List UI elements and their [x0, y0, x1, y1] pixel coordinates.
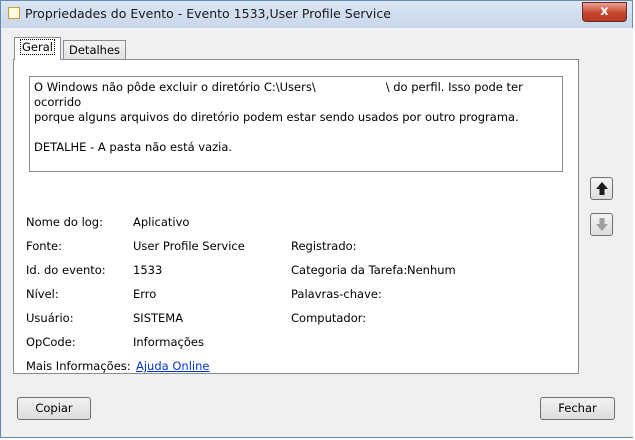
- description-line-2: porque alguns arquivos do diretório pode…: [34, 110, 519, 124]
- source-label: Fonte:: [26, 239, 62, 253]
- arrow-up-icon: [596, 182, 608, 195]
- level-value[interactable]: Erro: [133, 287, 156, 301]
- more-info-label: Mais Informações:: [26, 359, 131, 373]
- window-close-button[interactable]: x: [582, 2, 627, 22]
- online-help-link[interactable]: Ajuda Online: [136, 359, 209, 373]
- log-name-label: Nome do log:: [26, 215, 103, 229]
- previous-event-button[interactable]: [590, 177, 613, 200]
- next-event-button[interactable]: [590, 213, 613, 236]
- computer-value-redacted: [404, 312, 560, 328]
- log-name-value[interactable]: Aplicativo: [133, 215, 189, 229]
- tab-general[interactable]: Geral: [14, 37, 61, 60]
- user-value[interactable]: SISTEMA: [133, 311, 183, 325]
- event-description-box[interactable]: O Windows não pôde excluir o diretório C…: [29, 76, 563, 172]
- title-bar[interactable]: Propriedades do Evento - Evento 1533,Use…: [1, 1, 632, 28]
- dialog-content: Geral Detalhes O Windows não pôde exclui…: [2, 28, 633, 437]
- keywords-label: Palavras-chave:: [291, 287, 382, 301]
- description-line-1: O Windows não pôde excluir o diretório C…: [34, 80, 558, 110]
- event-properties-window: Propriedades do Evento - Evento 1533,Use…: [0, 0, 633, 438]
- close-button[interactable]: Fechar: [540, 397, 615, 420]
- copy-button[interactable]: Copiar: [17, 397, 91, 420]
- event-id-value[interactable]: 1533: [133, 263, 162, 277]
- event-id-label: Id. do evento:: [26, 263, 106, 277]
- arrow-down-icon: [596, 218, 608, 231]
- opcode-label: OpCode:: [26, 335, 76, 349]
- user-label: Usuário:: [26, 311, 74, 325]
- opcode-value[interactable]: Informações: [133, 335, 204, 349]
- source-value[interactable]: User Profile Service: [133, 239, 245, 253]
- description-line-1-start: O Windows não pôde excluir o diretório C…: [34, 80, 316, 94]
- level-label: Nível:: [26, 287, 59, 301]
- logged-value-redacted: [408, 238, 512, 254]
- redacted-username: [315, 80, 386, 95]
- logged-label: Registrado:: [291, 239, 357, 253]
- description-line-3: DETALHE - A pasta não está vazia.: [34, 140, 233, 154]
- tab-general-label: Geral: [20, 39, 55, 55]
- tab-details[interactable]: Detalhes: [63, 40, 127, 59]
- task-category-label: Categoria da Tarefa:: [291, 263, 408, 277]
- task-category-value[interactable]: Nenhum: [407, 263, 456, 277]
- window-title: Propriedades do Evento - Evento 1533,Use…: [25, 6, 391, 21]
- event-viewer-app-icon: [8, 7, 20, 19]
- computer-label: Computador:: [291, 311, 367, 325]
- general-tab-panel: O Windows não pôde excluir o diretório C…: [13, 59, 579, 374]
